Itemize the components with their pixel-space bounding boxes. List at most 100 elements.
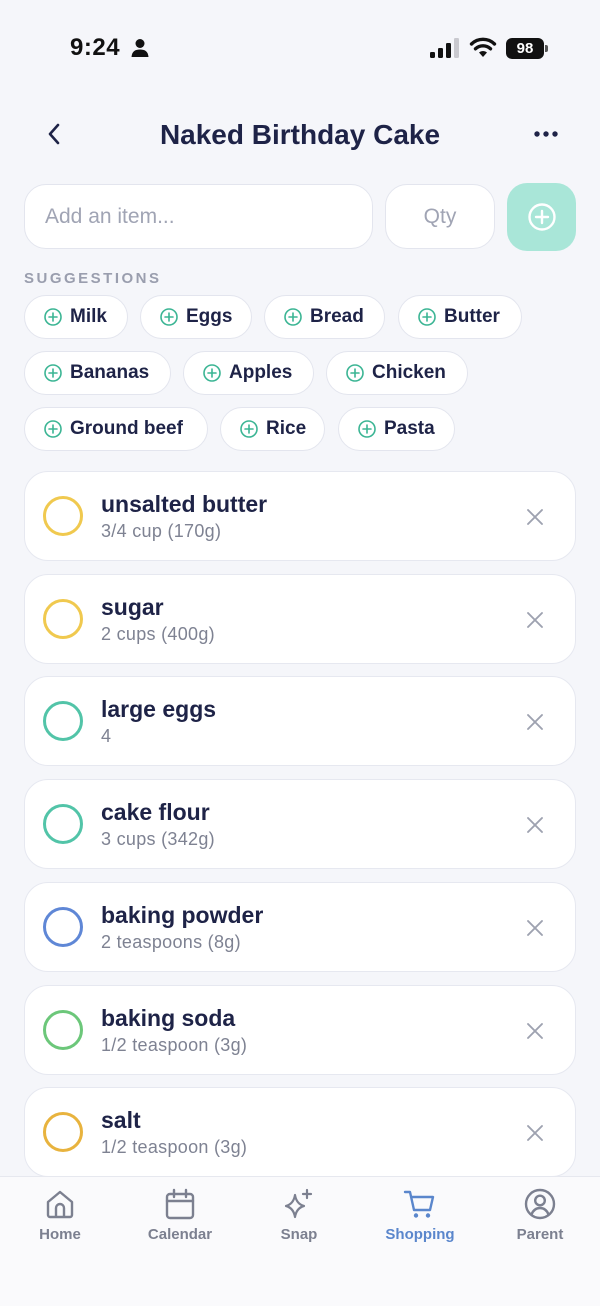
plus-circle-icon [358, 420, 376, 438]
suggestion-chip-label: Pasta [384, 418, 435, 439]
item-quantity: 3/4 cup (170g) [101, 521, 222, 541]
suggestions-label: SUGGESTIONS [24, 270, 162, 287]
item-quantity: 2 teaspoons (8g) [101, 931, 241, 952]
item-name: baking soda [101, 1004, 236, 1031]
list-item[interactable]: baking powder 2 teaspoons (8g) [24, 881, 576, 972]
add-item-input[interactable] [24, 184, 373, 249]
suggestion-chip-label: Milk [70, 306, 107, 327]
item-quantity: 1/2 teaspoon (3g) [101, 1034, 248, 1055]
remove-item-button[interactable] [521, 811, 549, 839]
list-item[interactable]: large eggs 4 [24, 676, 576, 767]
tab-label: Snap [280, 1226, 318, 1243]
item-checkbox[interactable] [43, 701, 83, 742]
suggestion-chip-label: Rice [266, 418, 307, 439]
person-circle-icon [524, 1188, 556, 1220]
suggestion-chip[interactable]: Butter [398, 295, 522, 339]
tab-label: Calendar [147, 1226, 213, 1243]
tab-shopping[interactable]: Shopping [365, 1187, 475, 1267]
item-name: large eggs [101, 696, 217, 723]
item-checkbox[interactable] [43, 906, 83, 947]
tab-snap[interactable]: Snap [244, 1187, 354, 1267]
sparkle-icon [284, 1188, 313, 1219]
plus-circle-icon [284, 308, 302, 326]
remove-item-button[interactable] [521, 1119, 549, 1147]
suggestion-chip[interactable]: Chicken [326, 351, 468, 395]
qty-input[interactable] [385, 184, 495, 249]
more-options-button[interactable] [526, 116, 566, 152]
item-quantity: 4 [101, 726, 112, 747]
list-item[interactable]: baking soda 1/2 teaspoon (3g) [24, 984, 576, 1075]
calendar-icon [165, 1188, 195, 1220]
suggestion-chip[interactable]: Milk [24, 295, 128, 339]
add-item-button[interactable] [507, 183, 576, 251]
suggestion-chip[interactable]: Rice [220, 407, 325, 451]
battery-level: 98 [506, 38, 544, 59]
plus-circle-icon [44, 364, 62, 382]
suggestion-chip[interactable]: Bread [264, 295, 385, 339]
tab-label: Home [39, 1226, 81, 1243]
item-name: cake flour [101, 799, 210, 826]
tab-calendar[interactable]: Calendar [125, 1187, 235, 1267]
person-icon [131, 39, 149, 57]
plus-circle-icon [44, 308, 62, 326]
remove-item-button[interactable] [521, 1017, 549, 1045]
tab-label: Parent [516, 1226, 564, 1243]
battery-indicator: 98 [506, 38, 548, 59]
list-item[interactable]: unsalted butter 3/4 cup (170g) [24, 471, 576, 561]
plus-circle-icon [44, 420, 62, 438]
remove-item-button[interactable] [521, 503, 549, 531]
plus-circle-icon [418, 308, 436, 326]
battery-tip [545, 45, 548, 52]
suggestion-chip[interactable]: Ground beef [24, 407, 208, 451]
item-quantity: 3 cups (342g) [101, 829, 215, 850]
status-bar: 9:24 98 [0, 0, 600, 96]
item-checkbox[interactable] [43, 804, 83, 845]
tab-label: Shopping [385, 1226, 455, 1243]
item-name: sugar [101, 593, 164, 620]
list-item[interactable]: salt 1/2 teaspoon (3g) [24, 1087, 576, 1178]
close-icon [527, 1022, 543, 1039]
close-icon [527, 509, 543, 525]
suggestion-chip-label: Chicken [372, 362, 446, 383]
page-title: Naked Birthday Cake [159, 119, 441, 150]
tab-parent[interactable]: Parent [485, 1187, 595, 1267]
remove-item-button[interactable] [521, 606, 549, 634]
suggestion-chip-label: Butter [444, 306, 500, 327]
plus-circle-icon [527, 203, 556, 231]
item-checkbox[interactable] [43, 1009, 83, 1050]
suggestion-chip[interactable]: Eggs [140, 295, 252, 339]
remove-item-button[interactable] [521, 708, 549, 736]
wifi-icon [469, 37, 497, 57]
more-horizontal-icon [534, 131, 558, 137]
signal-icon [430, 38, 459, 58]
item-name: salt [101, 1107, 141, 1134]
close-icon [527, 611, 543, 628]
tab-bar: Home Calendar Snap Shopping Parent [0, 1176, 600, 1306]
plus-circle-icon [203, 364, 221, 382]
suggestion-chip-label: Bananas [70, 362, 150, 383]
close-icon [527, 714, 543, 731]
status-time: 9:24 [70, 34, 121, 61]
plus-circle-icon [346, 364, 364, 382]
suggestion-chip-label: Eggs [186, 306, 233, 327]
remove-item-button[interactable] [521, 914, 549, 942]
suggestion-chip[interactable]: Bananas [24, 351, 171, 395]
home-icon [46, 1190, 74, 1219]
suggestion-chip-label: Apples [229, 362, 293, 383]
item-quantity: 1/2 teaspoon (3g) [101, 1137, 248, 1158]
suggestion-chip-label: Bread [310, 306, 364, 327]
suggestion-chip[interactable]: Pasta [338, 407, 455, 451]
item-checkbox[interactable] [43, 598, 83, 639]
item-checkbox[interactable] [43, 496, 83, 536]
close-icon [527, 1125, 543, 1142]
suggestion-chip[interactable]: Apples [183, 351, 314, 395]
item-checkbox[interactable] [43, 1112, 83, 1153]
list-item[interactable]: sugar 2 cups (400g) [24, 573, 576, 664]
item-quantity: 2 cups (400g) [101, 623, 215, 644]
list-item[interactable]: cake flour 3 cups (342g) [24, 779, 576, 870]
item-name: baking powder [101, 901, 264, 928]
close-icon [527, 919, 543, 936]
item-name: unsalted butter [101, 491, 268, 517]
plus-circle-icon [160, 308, 178, 326]
tab-home[interactable]: Home [5, 1187, 115, 1267]
